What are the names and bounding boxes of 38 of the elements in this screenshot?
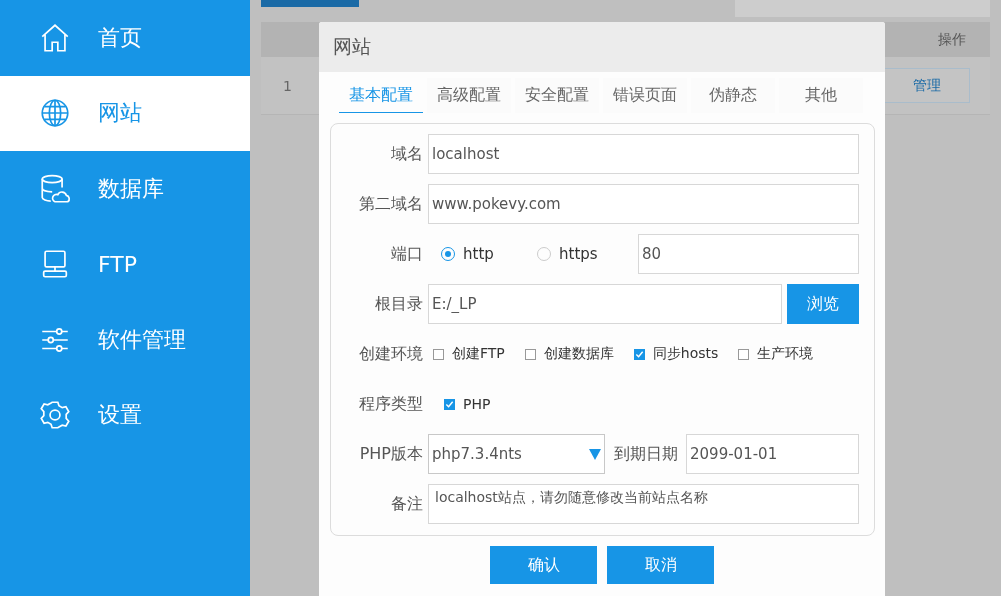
checkbox-option[interactable]: 同步hosts [633,345,719,363]
field-label: 程序类型 [358,393,423,415]
sidebar-item[interactable]: 网站 [0,75,250,151]
field-label: 域名 [390,143,423,165]
field-label: 到期日期 [613,443,679,465]
field-label: PHP版本 [358,443,423,465]
dropdown-arrow-icon [589,448,601,460]
table-cell: 1 [283,77,292,94]
checkbox-option[interactable]: 创建FTP [433,345,505,363]
checkbox[interactable] [444,398,455,410]
confirm-button[interactable]: 确认 [490,546,597,584]
domain-field[interactable]: localhost [428,134,859,174]
field-label: 根目录 [374,293,423,315]
field-label: 端口 [390,243,423,265]
second-domain-field[interactable]: www.pokevy.com [428,184,859,224]
root-directory-field[interactable]: E:/_LP [428,284,782,324]
expiry-date-field[interactable]: 2099-01-01 [686,434,859,474]
browse-button[interactable]: 浏览 [787,284,859,324]
checkbox-option[interactable]: PHP [444,396,491,412]
checkbox[interactable] [633,348,645,360]
radio-option[interactable]: http [441,245,537,263]
checkbox[interactable] [738,348,750,360]
column-header: 操作 [938,30,966,49]
dialog-title: 网站 [319,22,885,72]
checkbox[interactable] [433,348,444,360]
port-field[interactable]: 80 [638,234,859,274]
field-label: 第二域名 [358,193,423,215]
manage-button[interactable]: 管理 [884,68,970,103]
field-label: 创建环境 [358,343,423,365]
cancel-button[interactable]: 取消 [607,546,714,584]
checkbox-option[interactable]: 创建数据库 [524,345,614,363]
php-version-select[interactable]: php7.3.4nts [428,434,605,474]
remark-field[interactable]: localhost站点，请勿随意修改当前站点名称 [428,484,859,524]
checkbox-option[interactable]: 生产环境 [738,345,814,363]
tab[interactable]: 基本配置 [339,78,423,113]
checkbox[interactable] [524,348,536,360]
radio-option[interactable]: https [537,245,633,263]
field-label: 备注 [390,493,423,515]
